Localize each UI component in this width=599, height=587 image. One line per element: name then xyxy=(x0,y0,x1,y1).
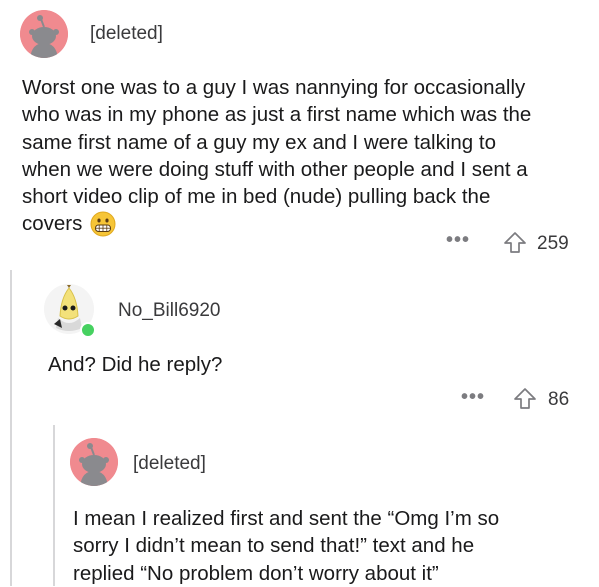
online-status-dot xyxy=(80,322,96,338)
comment-line: replied “No problem don’t worry about it… xyxy=(73,561,439,585)
comment-line: covers xyxy=(22,212,83,236)
thread-line[interactable] xyxy=(10,270,12,586)
comment-body: And? Did he reply? xyxy=(48,351,588,378)
comment-line: sorry I didn’t mean to send that!” text … xyxy=(73,534,475,558)
comment-username[interactable]: [deleted] xyxy=(90,23,163,45)
avatar[interactable] xyxy=(70,438,118,486)
comment-username[interactable]: [deleted] xyxy=(133,453,206,475)
grimacing-face-emoji xyxy=(90,211,116,237)
comment-line: same first name of a guy my ex and I wer… xyxy=(22,130,496,154)
comment-body: I mean I realized first and sent the “Om… xyxy=(73,505,588,587)
vote-count: 259 xyxy=(537,233,569,254)
snoo-avatar-icon xyxy=(70,438,118,486)
snoo-avatar-icon xyxy=(20,10,68,58)
comment-body: Worst one was to a guy I was nannying fo… xyxy=(22,74,592,238)
thread-line[interactable] xyxy=(53,425,55,586)
more-options-button[interactable]: ••• xyxy=(461,386,485,409)
upvote-icon[interactable] xyxy=(513,387,537,411)
vote-count: 86 xyxy=(548,389,570,410)
comment-line: And? Did he reply? xyxy=(48,353,223,376)
comment-line: short video clip of me in bed (nude) pul… xyxy=(22,185,491,209)
comment-line: when we were doing stuff with other peop… xyxy=(22,157,528,181)
comment-username[interactable]: No_Bill6920 xyxy=(118,300,220,322)
comment-line: Worst one was to a guy I was nannying fo… xyxy=(22,76,526,99)
comment-line: I mean I realized first and sent the “Om… xyxy=(73,507,500,530)
comment-line: who was in my phone as just a first name… xyxy=(22,103,532,127)
more-options-button[interactable]: ••• xyxy=(446,229,470,252)
upvote-icon[interactable] xyxy=(503,231,527,255)
avatar[interactable] xyxy=(20,10,68,58)
